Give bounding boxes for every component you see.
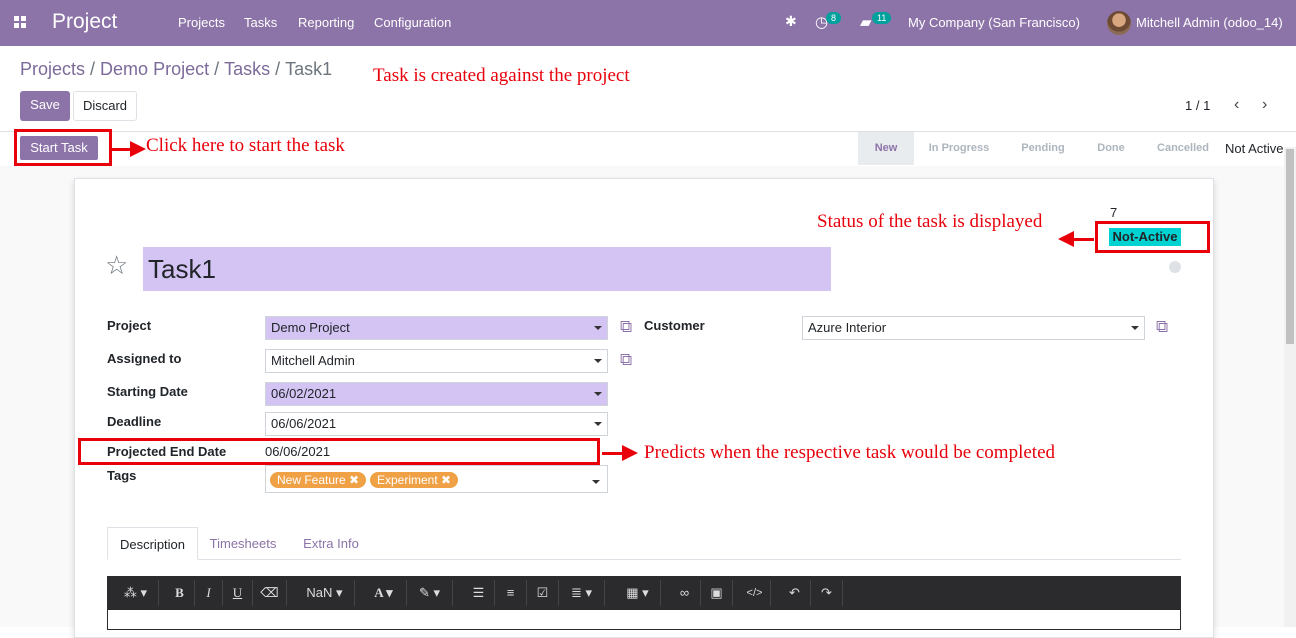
arrow-right-icon (602, 445, 638, 461)
assigned-select[interactable]: Mitchell Admin (265, 349, 608, 373)
italic-icon[interactable]: I (195, 580, 223, 606)
stage-new[interactable]: New (858, 132, 914, 165)
menu-reporting[interactable]: Reporting (298, 15, 354, 30)
stage-in-progress[interactable]: In Progress (918, 132, 1000, 165)
customer-label: Customer (644, 318, 705, 333)
customer-value: Azure Interior (808, 320, 887, 335)
user-menu[interactable]: Mitchell Admin (odoo_14) (1136, 15, 1283, 30)
deadline-input[interactable]: 06/06/2021 (265, 412, 608, 436)
eraser-icon[interactable]: ⌫ (253, 580, 287, 606)
tab-description[interactable]: Description (107, 527, 198, 560)
breadcrumb: Projects / Demo Project / Tasks / Task1 (20, 59, 333, 79)
font-color-icon[interactable]: A ▾ (361, 580, 407, 606)
annotation-predict: Predicts when the respective task would … (644, 442, 1056, 463)
annotation-status: Status of the task is displayed (817, 211, 1043, 232)
pager-value: 1 / 1 (1185, 98, 1211, 113)
breadcrumb-projects[interactable]: Projects (20, 59, 85, 79)
project-select[interactable]: Demo Project (265, 316, 608, 340)
image-icon[interactable]: ▣ (701, 580, 733, 606)
stage-not-active[interactable]: Not Active (1225, 141, 1284, 156)
notebook-tabs: Description Timesheets Extra Info (107, 527, 1181, 560)
table-icon[interactable]: ▦ ▾ (615, 580, 661, 606)
star-icon[interactable]: ☆ (105, 250, 128, 281)
breadcrumb-current: Task1 (285, 59, 333, 79)
chevron-left-icon[interactable]: ‹ (1234, 96, 1239, 114)
annotation-start: Click here to start the task (146, 135, 345, 156)
redo-icon[interactable]: ↷ (811, 580, 843, 606)
apps-menu-icon[interactable] (14, 16, 26, 28)
bug-icon[interactable]: ✱ (785, 13, 797, 30)
tags-input[interactable]: New Feature ✖ Experiment ✖ (265, 465, 608, 493)
annotation-created: Task is created against the project (373, 65, 630, 86)
external-link-icon[interactable]: ⧉ (620, 350, 632, 370)
description-editor[interactable] (107, 610, 1181, 630)
assigned-label: Assigned to (107, 351, 182, 366)
arrow-right-icon (112, 141, 146, 157)
project-label: Project (107, 318, 152, 333)
top-navbar: Project Projects Tasks Reporting Configu… (0, 0, 1296, 46)
arrow-left-icon (1058, 231, 1094, 247)
kanban-state-dot[interactable] (1169, 261, 1181, 273)
code-view-icon[interactable]: </> (739, 580, 771, 606)
stage-cancelled[interactable]: Cancelled (1144, 132, 1222, 165)
underline-icon[interactable]: U (223, 580, 253, 606)
user-avatar[interactable] (1107, 11, 1131, 35)
deadline-value: 06/06/2021 (271, 416, 337, 431)
link-icon[interactable]: ∞ (669, 580, 701, 606)
paint-brush-icon[interactable]: ✎ ▾ (407, 580, 453, 606)
bold-icon[interactable]: B (165, 580, 195, 606)
editor-toolbar: ⁂ ▾ B I U ⌫ NaN ▾ A ▾ ✎ ▾ ☰ ≡ ☑ ≣ ▾ ▦ ▾ … (107, 576, 1181, 610)
save-button[interactable]: Save (20, 91, 70, 121)
task-count: 7 (1110, 205, 1118, 220)
tags-label: Tags (107, 468, 137, 483)
menu-tasks[interactable]: Tasks (244, 15, 277, 30)
app-title[interactable]: Project (52, 10, 117, 34)
starting-date-value: 06/02/2021 (271, 386, 337, 401)
breadcrumb-tasks[interactable]: Tasks (224, 59, 270, 79)
tab-extra-info[interactable]: Extra Info (293, 527, 369, 560)
checklist-icon[interactable]: ☑ (527, 580, 559, 606)
stage-done[interactable]: Done (1085, 132, 1137, 165)
company-switcher[interactable]: My Company (San Francisco) (908, 15, 1080, 30)
tab-timesheets[interactable]: Timesheets (202, 527, 284, 560)
project-value: Demo Project (271, 320, 350, 335)
bullet-list-icon[interactable]: ☰ (463, 580, 495, 606)
breadcrumb-demo-project[interactable]: Demo Project (100, 59, 209, 79)
discard-button[interactable]: Discard (73, 91, 137, 121)
highlight-projected (78, 438, 600, 465)
starting-date-input[interactable]: 06/02/2021 (265, 382, 608, 406)
chevron-right-icon[interactable]: › (1262, 96, 1267, 114)
tag-chip[interactable]: Experiment ✖ (370, 472, 459, 488)
stage-pending[interactable]: Pending (1008, 132, 1078, 165)
starting-date-label: Starting Date (107, 384, 188, 399)
scrollbar[interactable] (1284, 147, 1296, 627)
numbered-list-icon[interactable]: ≡ (495, 580, 527, 606)
customer-select[interactable]: Azure Interior (802, 316, 1145, 340)
task-name-input[interactable]: Task1 (143, 247, 831, 291)
assigned-value: Mitchell Admin (271, 353, 355, 368)
chat-bubbles-icon[interactable]: ▰ (860, 13, 872, 31)
external-link-icon[interactable]: ⧉ (1156, 317, 1168, 337)
deadline-label: Deadline (107, 414, 162, 429)
activity-badge: 8 (826, 12, 842, 24)
undo-icon[interactable]: ↶ (779, 580, 811, 606)
highlight-start-task (14, 129, 112, 166)
external-link-icon[interactable]: ⧉ (620, 317, 632, 337)
align-icon[interactable]: ≣ ▾ (559, 580, 605, 606)
magic-wand-icon[interactable]: ⁂ ▾ (113, 580, 159, 606)
messages-badge: 11 (872, 12, 892, 24)
tag-chip[interactable]: New Feature ✖ (270, 472, 367, 488)
font-size-dropdown[interactable]: NaN ▾ (295, 580, 355, 606)
highlight-status (1095, 221, 1210, 253)
menu-configuration[interactable]: Configuration (374, 15, 451, 30)
menu-projects[interactable]: Projects (178, 15, 225, 30)
chevron-down-icon[interactable] (592, 480, 600, 484)
